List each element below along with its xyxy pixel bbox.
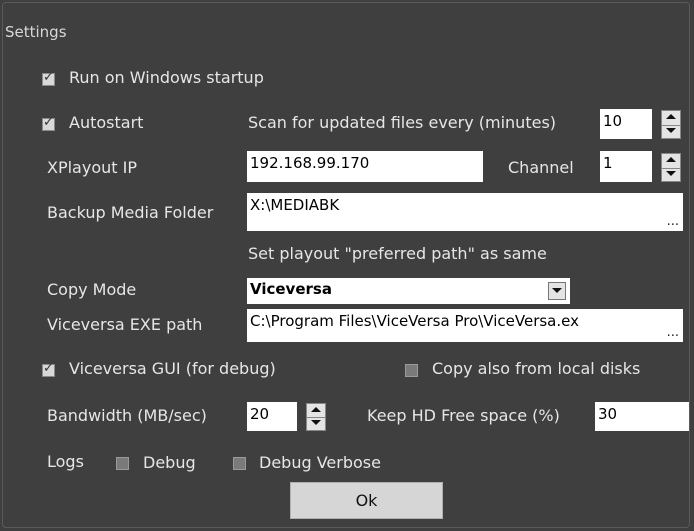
channel-input[interactable]: 1 bbox=[600, 151, 652, 182]
backup-folder-value: X:\MEDIABK bbox=[250, 196, 340, 214]
channel-label: Channel bbox=[508, 158, 574, 177]
logs-label: Logs bbox=[47, 452, 84, 471]
xplayout-ip-input[interactable]: 192.168.99.170 bbox=[247, 151, 483, 182]
spin-down-arrow-icon[interactable] bbox=[662, 168, 680, 182]
scan-minutes-input[interactable]: 10 bbox=[600, 109, 652, 139]
bandwidth-stepper[interactable] bbox=[306, 403, 326, 431]
preferred-path-note: Set playout "preferred path" as same bbox=[248, 244, 547, 263]
backup-folder-input[interactable]: X:\MEDIABK ... bbox=[247, 193, 683, 231]
spin-up-arrow-icon[interactable] bbox=[307, 404, 325, 418]
backup-folder-label: Backup Media Folder bbox=[47, 203, 214, 222]
exe-path-input[interactable]: C:\Program Files\ViceVersa Pro\ViceVersa… bbox=[247, 309, 683, 342]
copy-local-label: Copy also from local disks bbox=[432, 359, 641, 378]
ok-button[interactable]: Ok bbox=[290, 482, 443, 519]
copy-mode-select[interactable]: Viceversa bbox=[247, 278, 570, 304]
window-title: Settings bbox=[5, 23, 67, 41]
debug-verbose-checkbox[interactable] bbox=[233, 457, 246, 470]
bandwidth-label: Bandwidth (MB/sec) bbox=[47, 406, 207, 425]
channel-stepper[interactable] bbox=[661, 153, 681, 182]
exe-path-label: Viceversa EXE path bbox=[47, 315, 203, 334]
hd-free-label: Keep HD Free space (%) bbox=[367, 406, 560, 425]
hd-free-input[interactable]: 30 bbox=[595, 402, 689, 431]
run-on-startup-label: Run on Windows startup bbox=[69, 68, 264, 87]
copy-mode-value: Viceversa bbox=[250, 280, 332, 298]
xplayout-ip-label: XPlayout IP bbox=[47, 158, 137, 177]
gui-debug-label: Viceversa GUI (for debug) bbox=[69, 359, 276, 378]
debug-verbose-label: Debug Verbose bbox=[259, 453, 381, 472]
spin-down-arrow-icon[interactable] bbox=[307, 417, 325, 430]
debug-label: Debug bbox=[143, 453, 196, 472]
scan-label: Scan for updated files every (minutes) bbox=[248, 113, 557, 132]
exe-path-value: C:\Program Files\ViceVersa Pro\ViceVersa… bbox=[250, 312, 579, 330]
ellipsis-icon[interactable]: ... bbox=[667, 325, 679, 340]
copy-mode-label: Copy Mode bbox=[47, 280, 137, 299]
scan-minutes-stepper[interactable] bbox=[661, 110, 681, 139]
bandwidth-input[interactable]: 20 bbox=[247, 402, 297, 431]
spin-down-arrow-icon[interactable] bbox=[662, 125, 680, 139]
ellipsis-icon[interactable]: ... bbox=[667, 214, 679, 229]
autostart-label: Autostart bbox=[69, 113, 144, 132]
spin-up-arrow-icon[interactable] bbox=[662, 111, 680, 126]
autostart-checkbox[interactable] bbox=[42, 115, 55, 131]
copy-local-checkbox[interactable] bbox=[405, 364, 418, 377]
gui-debug-checkbox[interactable] bbox=[42, 361, 55, 377]
run-on-startup-checkbox[interactable] bbox=[42, 70, 55, 86]
spin-up-arrow-icon[interactable] bbox=[662, 154, 680, 169]
dropdown-arrow-icon[interactable] bbox=[548, 282, 566, 300]
debug-checkbox[interactable] bbox=[116, 457, 129, 470]
